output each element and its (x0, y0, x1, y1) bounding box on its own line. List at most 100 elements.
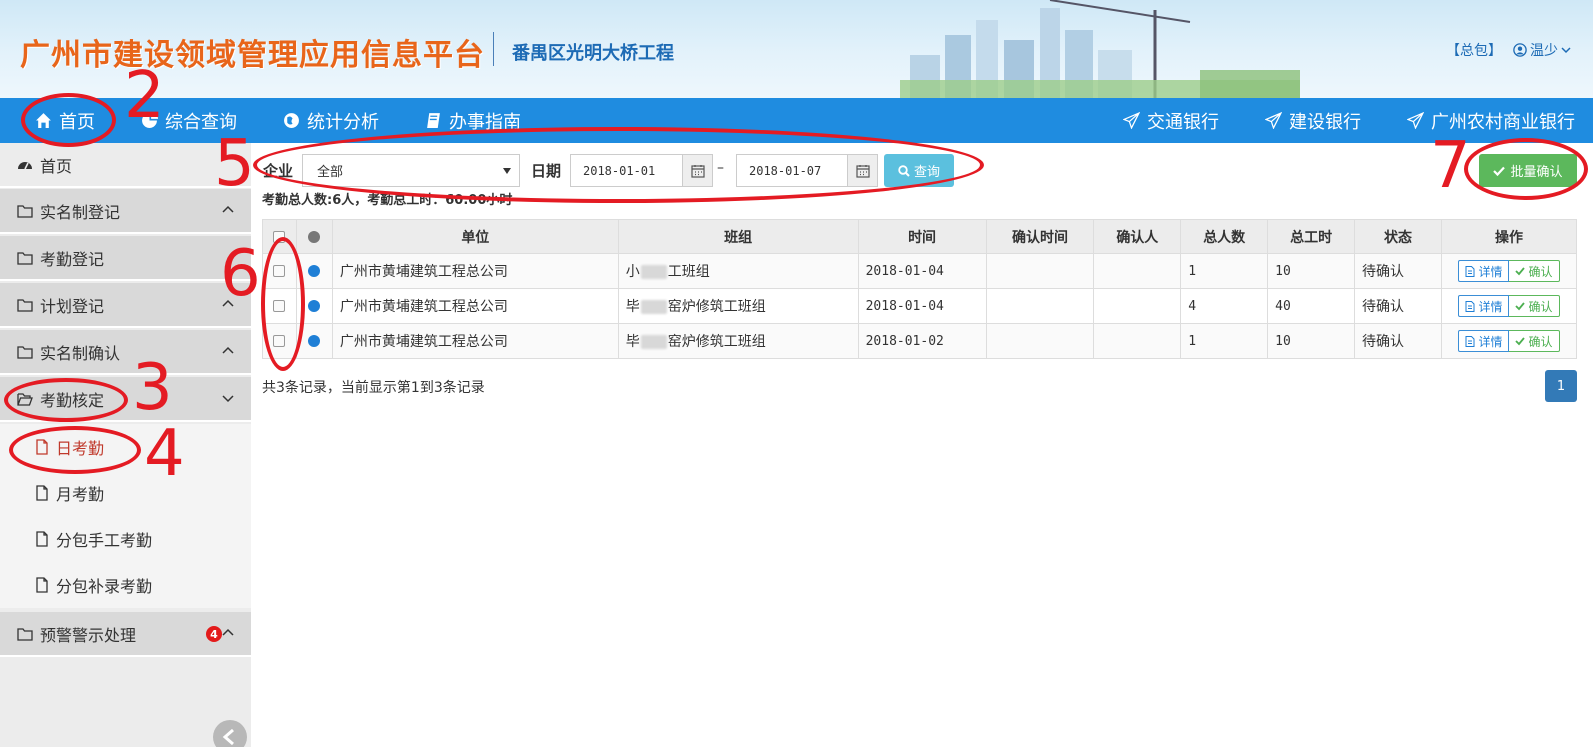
cell-confirmer (1093, 323, 1182, 359)
column-header-people: 总人数 (1180, 219, 1269, 254)
user-icon (1513, 43, 1527, 57)
send-icon (1123, 112, 1140, 129)
user-name: 温少 (1530, 43, 1558, 59)
table-header-row: 单位 班组 时间 确认时间 确认人 总人数 总工时 状态 操作 (262, 219, 1578, 254)
annotation-number: 2 (124, 59, 165, 133)
folder-icon (17, 627, 33, 641)
cell-hours: 10 (1267, 323, 1356, 359)
sidebar-group-plan-register[interactable]: 计划登记 (0, 283, 251, 328)
team-suffix: 窑炉修筑工班组 (667, 334, 766, 350)
send-icon (1407, 112, 1424, 129)
sidebar-item-monthly-attendance[interactable]: 月考勤 (0, 470, 251, 516)
confirm-button[interactable]: 确认 (1509, 330, 1560, 352)
sidebar-item-label: 实名制确认 (40, 343, 121, 363)
platform-title: 广州市建设领域管理应用信息平台 (20, 38, 485, 73)
row-actions: 详情 确认 (1442, 295, 1576, 317)
annotation-ring (261, 237, 305, 371)
file-text-icon (1465, 335, 1475, 347)
team-prefix: 毕 (625, 334, 640, 350)
role-tag: 【总包】 (1446, 43, 1502, 59)
column-header-confirm-time: 确认时间 (985, 219, 1095, 254)
column-header-actions: 操作 (1440, 219, 1578, 254)
cell-people: 4 (1180, 288, 1269, 324)
annotation-number: 4 (144, 417, 185, 491)
cell-status: 待确认 (1354, 253, 1442, 289)
annotation-ring (21, 93, 116, 147)
header-banner: 广州市建设领域管理应用信息平台 番禺区光明大桥工程 【总包】 温少 (0, 0, 1593, 98)
cell-confirm-time (985, 253, 1095, 289)
project-name: 番禺区光明大桥工程 (512, 43, 674, 64)
book-icon (427, 113, 440, 128)
confirm-button[interactable]: 确认 (1509, 260, 1560, 282)
detail-label: 详情 (1478, 264, 1503, 279)
user-menu[interactable]: 温少 (1513, 40, 1571, 60)
nav-bank-ccb[interactable]: 建设银行 (1265, 98, 1361, 143)
column-header-unit: 单位 (331, 219, 619, 254)
cell-team: 小 工班组 (617, 253, 859, 289)
status-dot-icon (308, 300, 321, 312)
sidebar-group-attendance-register[interactable]: 考勤登记 (0, 236, 251, 281)
cell-date: 2018-01-04 (857, 253, 987, 289)
confirm-label: 确认 (1528, 334, 1553, 349)
sidebar-item-supplement-attendance[interactable]: 分包补录考勤 (0, 562, 251, 608)
column-header-hours: 总工时 (1267, 219, 1356, 254)
cell-status: 待确认 (1354, 288, 1442, 324)
folder-icon (17, 251, 33, 265)
column-header-date: 时间 (857, 219, 987, 254)
sidebar-collapse-button[interactable] (213, 720, 247, 747)
redacted-text (640, 335, 667, 349)
annotation-ring (253, 127, 984, 203)
annotation-number: 3 (132, 351, 173, 425)
detail-button[interactable]: 详情 (1458, 260, 1510, 282)
detail-button[interactable]: 详情 (1458, 330, 1510, 352)
detail-button[interactable]: 详情 (1458, 295, 1510, 317)
nav-bank-comm-label: 交通银行 (1147, 111, 1219, 133)
nav-bank-comm[interactable]: 交通银行 (1123, 98, 1219, 143)
sidebar-item-manual-attendance[interactable]: 分包手工考勤 (0, 516, 251, 562)
skyline-illustration (900, 0, 1300, 98)
status-dot-icon (308, 335, 321, 347)
confirm-button[interactable]: 确认 (1509, 295, 1560, 317)
status-dot-icon (308, 265, 321, 277)
sidebar-group-realname-confirm[interactable]: 实名制确认 (0, 330, 251, 375)
nav-stats-label: 统计分析 (307, 111, 379, 133)
file-icon (36, 485, 48, 501)
nav-stats[interactable]: 统计分析 (283, 98, 379, 143)
sidebar-item-label: 分包补录考勤 (56, 577, 153, 596)
cell-team: 毕 窑炉修筑工班组 (617, 288, 859, 324)
cell-team: 毕 窑炉修筑工班组 (617, 323, 859, 359)
file-text-icon (1465, 265, 1475, 277)
chevron-down-icon (222, 395, 234, 403)
column-header-status: 状态 (1354, 219, 1442, 254)
cell-confirmer (1093, 253, 1182, 289)
sidebar-group-warning[interactable]: 预警警示处理 4 (0, 612, 251, 657)
status-dot-icon (308, 230, 321, 243)
dashboard-icon (18, 161, 32, 169)
cell-people: 1 (1180, 253, 1269, 289)
cell-confirm-time (985, 288, 1095, 324)
app-root: 广州市建设领域管理应用信息平台 番禺区光明大桥工程 【总包】 温少 首页 综合查… (0, 0, 1593, 747)
sidebar-item-label: 首页 (40, 156, 73, 176)
confirm-label: 确认 (1528, 299, 1553, 314)
check-icon (1515, 267, 1526, 276)
sidebar-item-label: 实名制登记 (40, 202, 121, 222)
nav-bank-ccb-label: 建设银行 (1289, 111, 1361, 133)
file-icon (36, 531, 48, 547)
cell-confirmer (1093, 288, 1182, 324)
file-icon (36, 577, 48, 593)
folder-icon (17, 298, 33, 312)
chevron-up-icon (222, 346, 234, 354)
team-prefix: 小 (625, 264, 640, 280)
redacted-text (640, 265, 667, 279)
detail-label: 详情 (1478, 334, 1503, 349)
pagination-info: 共3条记录，当前显示第1到3条记录 (262, 380, 485, 396)
cell-people: 1 (1180, 323, 1269, 359)
header-divider (493, 32, 494, 66)
table-row: 广州市黄埔建筑工程总公司 小 工班组 2018-01-04 1 10 待确认 详情… (262, 253, 1578, 289)
globe-icon (284, 113, 299, 128)
team-suffix: 工班组 (667, 264, 710, 280)
page-1-button[interactable]: 1 (1545, 370, 1577, 402)
warning-count-badge: 4 (206, 626, 222, 642)
annotation-ring (4, 378, 128, 422)
annotation-ring (9, 426, 141, 474)
